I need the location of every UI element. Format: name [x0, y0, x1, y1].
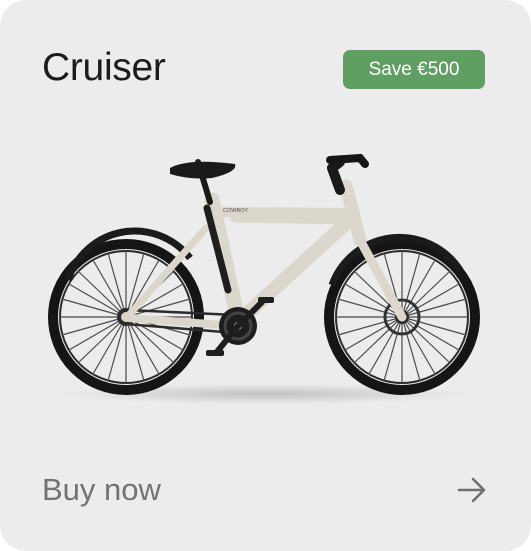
- buy-now-link[interactable]: Buy now: [42, 472, 161, 508]
- product-title: Cruiser: [42, 46, 166, 89]
- product-card[interactable]: Cruiser Save €500 COWBOY Buy now: [0, 0, 531, 551]
- arrow-right-icon[interactable]: [455, 475, 489, 505]
- discount-badge: Save €500: [343, 50, 485, 89]
- svg-text:COWBOY: COWBOY: [223, 208, 248, 214]
- bike-image: COWBOY: [40, 140, 490, 410]
